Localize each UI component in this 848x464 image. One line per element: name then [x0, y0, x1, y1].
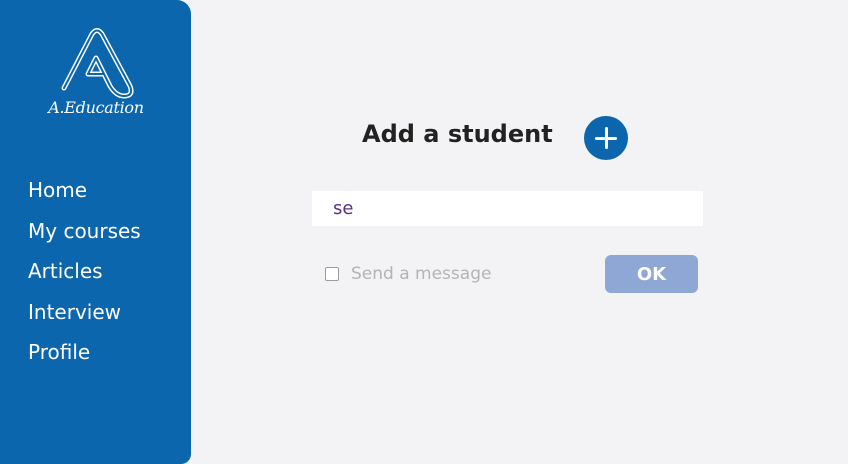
app-window: A.Education Home My courses Articles Int…	[0, 0, 848, 464]
brand-logo[interactable]: A.Education	[44, 26, 148, 124]
sidebar-item-home[interactable]: Home	[28, 170, 141, 211]
letter-a-logo-icon	[61, 28, 134, 99]
sidebar-item-articles[interactable]: Articles	[28, 251, 141, 292]
plus-vertical-bar	[604, 127, 608, 149]
student-search-input[interactable]	[312, 191, 703, 226]
ok-button[interactable]: OK	[605, 255, 698, 293]
brand-name: A.Education	[48, 98, 144, 117]
send-message-label: Send a message	[351, 264, 492, 284]
sidebar-item-my-courses[interactable]: My courses	[28, 211, 141, 252]
sidebar: A.Education Home My courses Articles Int…	[0, 0, 191, 464]
sidebar-nav: Home My courses Articles Interview Profi…	[28, 170, 141, 373]
sidebar-item-profile[interactable]: Profile	[28, 332, 141, 373]
send-message-checkbox[interactable]	[325, 267, 339, 281]
page-title: Add a student	[362, 120, 553, 148]
send-message-option[interactable]: Send a message	[325, 263, 491, 285]
add-student-button[interactable]	[584, 116, 628, 160]
sidebar-item-interview[interactable]: Interview	[28, 292, 141, 333]
